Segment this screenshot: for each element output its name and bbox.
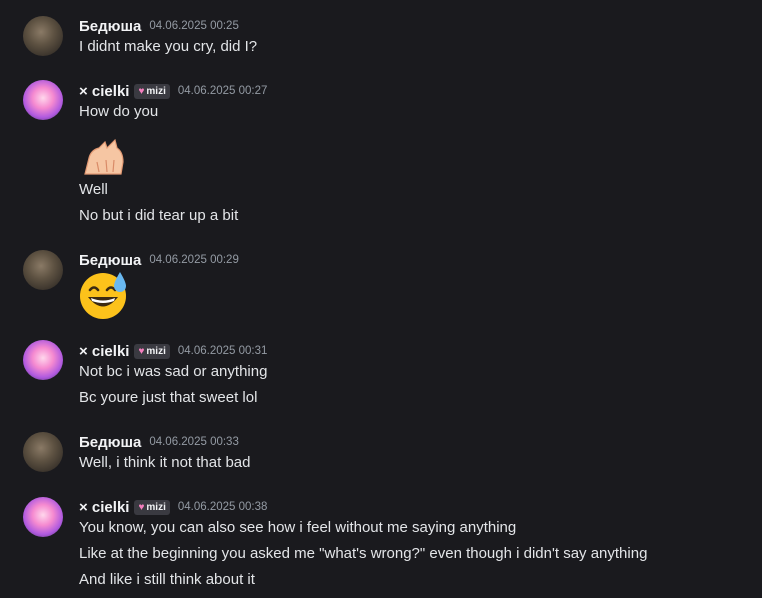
paw-emoji-icon[interactable] xyxy=(79,136,129,178)
timestamp: 04.06.2025 00:29 xyxy=(149,254,239,266)
guild-tag-label: mizi xyxy=(146,345,166,357)
guild-tag-label: mizi xyxy=(146,501,166,513)
message-text: Well xyxy=(79,181,108,198)
message-text: I didnt make you cry, did I? xyxy=(79,38,258,55)
avatar[interactable] xyxy=(23,16,63,56)
heart-icon: ♥ xyxy=(138,345,145,357)
username[interactable]: × cielki xyxy=(79,343,129,360)
message-text: Well, i think it not that bad xyxy=(79,454,251,471)
heart-icon: ♥ xyxy=(138,501,145,513)
message-header: × cielki ♥ mizi 04.06.2025 00:38 xyxy=(79,497,267,517)
guild-tag[interactable]: ♥ mizi xyxy=(134,83,170,99)
chat-messages: Бедюша 04.06.2025 00:25 I didnt make you… xyxy=(0,0,762,598)
username[interactable]: × cielki xyxy=(79,499,129,516)
message-text: You know, you can also see how i feel wi… xyxy=(79,519,517,536)
timestamp: 04.06.2025 00:31 xyxy=(177,345,268,357)
message-header: Бедюша 04.06.2025 00:33 xyxy=(79,432,239,452)
avatar[interactable] xyxy=(23,250,63,290)
message-text: And like i still think about it xyxy=(79,571,255,588)
message-header: Бедюша 04.06.2025 00:25 xyxy=(79,16,239,36)
username[interactable]: Бедюша xyxy=(79,434,141,451)
username[interactable]: Бедюша xyxy=(79,18,141,35)
timestamp: 04.06.2025 00:33 xyxy=(149,436,239,448)
message-text: Like at the beginning you asked me "what… xyxy=(79,545,648,562)
avatar[interactable] xyxy=(23,80,63,120)
message-header: × cielki ♥ mizi 04.06.2025 00:31 xyxy=(79,341,267,361)
message-text: Not bc i was sad or anything xyxy=(79,363,268,380)
guild-tag-label: mizi xyxy=(146,85,166,97)
message-text: No but i did tear up a bit xyxy=(79,207,239,224)
timestamp: 04.06.2025 00:27 xyxy=(177,85,268,97)
message-header: × cielki ♥ mizi 04.06.2025 00:27 xyxy=(79,81,267,101)
message-text: Bc youre just that sweet lol xyxy=(79,389,258,406)
guild-tag[interactable]: ♥ mizi xyxy=(134,499,170,515)
avatar[interactable] xyxy=(23,432,63,472)
message-text: How do you xyxy=(79,103,159,120)
avatar[interactable] xyxy=(23,497,63,537)
username[interactable]: × cielki xyxy=(79,83,129,100)
message-header: Бедюша 04.06.2025 00:29 xyxy=(79,250,239,270)
avatar[interactable] xyxy=(23,340,63,380)
timestamp: 04.06.2025 00:38 xyxy=(177,501,268,513)
grinning-sweat-emoji-icon[interactable] xyxy=(79,270,131,322)
heart-icon: ♥ xyxy=(138,85,145,97)
timestamp: 04.06.2025 00:25 xyxy=(149,20,239,32)
guild-tag[interactable]: ♥ mizi xyxy=(134,343,170,359)
username[interactable]: Бедюша xyxy=(79,252,141,269)
